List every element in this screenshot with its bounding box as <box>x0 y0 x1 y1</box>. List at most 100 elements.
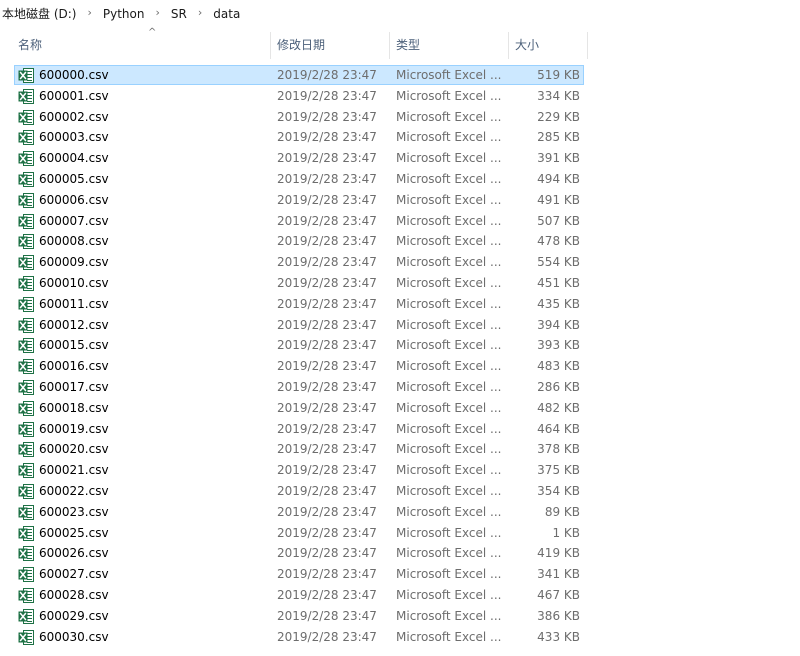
column-header-name[interactable]: 名称 <box>12 32 270 59</box>
file-name[interactable]: 600019.csv <box>39 419 109 440</box>
column-header-date-label: 修改日期 <box>277 38 326 52</box>
file-row[interactable]: 600011.csv 2019/2/28 23:47 Microsoft Excel… <box>0 294 800 315</box>
file-row[interactable]: 600006.csv 2019/2/28 23:47 Microsoft Excel… <box>0 190 800 211</box>
file-type: Microsoft Excel ... <box>396 400 502 415</box>
excel-csv-file-icon <box>18 442 34 458</box>
file-name[interactable]: 600021.csv <box>39 460 109 481</box>
file-row[interactable]: 600028.csv 2019/2/28 23:47 Microsoft Excel… <box>0 585 800 606</box>
file-name[interactable]: 600002.csv <box>39 107 109 128</box>
file-modified-date: 2019/2/28 23:47 <box>277 338 377 353</box>
file-row[interactable]: 600026.csv 2019/2/28 23:47 Microsoft Excel… <box>0 543 800 564</box>
file-name[interactable]: 600001.csv <box>39 86 109 107</box>
excel-csv-file-icon <box>18 275 34 291</box>
file-row[interactable]: 600010.csv 2019/2/28 23:47 Microsoft Excel… <box>0 273 800 294</box>
file-type: Microsoft Excel ... <box>396 546 502 561</box>
file-row[interactable]: 600001.csv 2019/2/28 23:47 Microsoft Excel… <box>0 86 800 107</box>
file-size: 491 KB <box>537 192 580 207</box>
file-modified-date: 2019/2/28 23:47 <box>277 234 377 249</box>
file-row[interactable]: 600005.csv 2019/2/28 23:47 Microsoft Excel… <box>0 169 800 190</box>
chevron-right-icon[interactable] <box>146 6 168 19</box>
file-name[interactable]: 600018.csv <box>39 398 109 419</box>
file-row[interactable]: 600007.csv 2019/2/28 23:47 Microsoft Excel… <box>0 211 800 232</box>
file-size: 554 KB <box>537 255 580 270</box>
chevron-right-icon[interactable] <box>189 6 211 19</box>
excel-csv-file-icon <box>18 504 34 520</box>
file-name[interactable]: 600005.csv <box>39 169 109 190</box>
excel-csv-file-icon <box>18 338 34 354</box>
file-name[interactable]: 600025.csv <box>39 523 109 544</box>
file-row[interactable]: 600030.csv 2019/2/28 23:47 Microsoft Excel… <box>0 627 800 648</box>
file-name[interactable]: 600003.csv <box>39 127 109 148</box>
file-row[interactable]: 600008.csv 2019/2/28 23:47 Microsoft Excel… <box>0 231 800 252</box>
file-row[interactable]: 600012.csv 2019/2/28 23:47 Microsoft Excel… <box>0 315 800 336</box>
file-modified-date: 2019/2/28 23:47 <box>277 68 377 82</box>
file-row[interactable]: 600009.csv 2019/2/28 23:47 Microsoft Excel… <box>0 252 800 273</box>
file-type: Microsoft Excel ... <box>396 442 502 457</box>
file-row[interactable]: 600003.csv 2019/2/28 23:47 Microsoft Excel… <box>0 127 800 148</box>
file-size: 419 KB <box>537 546 580 561</box>
file-row[interactable]: 600002.csv 2019/2/28 23:47 Microsoft Excel… <box>0 107 800 128</box>
file-name[interactable]: 600010.csv <box>39 273 109 294</box>
file-name[interactable]: 600011.csv <box>39 294 109 315</box>
file-type: Microsoft Excel ... <box>396 525 502 540</box>
column-header-type[interactable]: 类型 <box>390 32 508 59</box>
file-row[interactable]: 600029.csv 2019/2/28 23:47 Microsoft Excel… <box>0 606 800 627</box>
file-name[interactable]: 600009.csv <box>39 252 109 273</box>
file-size: 467 KB <box>537 587 580 602</box>
file-modified-date: 2019/2/28 23:47 <box>277 109 377 124</box>
file-row[interactable]: 600021.csv 2019/2/28 23:47 Microsoft Excel… <box>0 460 800 481</box>
file-name[interactable]: 600016.csv <box>39 356 109 377</box>
file-size: 386 KB <box>537 608 580 623</box>
file-name[interactable]: 600015.csv <box>39 335 109 356</box>
excel-csv-file-icon <box>18 88 34 104</box>
breadcrumb-item-python[interactable]: Python <box>101 7 147 21</box>
file-type: Microsoft Excel ... <box>396 629 502 644</box>
file-size: 433 KB <box>537 629 580 644</box>
column-header: 名称 修改日期 类型 大小 <box>0 32 800 59</box>
file-name[interactable]: 600030.csv <box>39 627 109 648</box>
file-name[interactable]: 600007.csv <box>39 211 109 232</box>
file-name[interactable]: 600008.csv <box>39 231 109 252</box>
file-name[interactable]: 600000.csv <box>39 65 109 86</box>
file-row[interactable]: 600017.csv 2019/2/28 23:47 Microsoft Excel… <box>0 377 800 398</box>
file-row[interactable]: 600019.csv 2019/2/28 23:47 Microsoft Excel… <box>0 419 800 440</box>
file-row[interactable]: 600018.csv 2019/2/28 23:47 Microsoft Excel… <box>0 398 800 419</box>
file-name[interactable]: 600027.csv <box>39 564 109 585</box>
column-header-date[interactable]: 修改日期 <box>271 32 389 59</box>
excel-csv-file-icon <box>18 525 34 541</box>
file-row[interactable]: 600022.csv 2019/2/28 23:47 Microsoft Excel… <box>0 481 800 502</box>
file-name[interactable]: 600028.csv <box>39 585 109 606</box>
file-name[interactable]: 600020.csv <box>39 439 109 460</box>
file-modified-date: 2019/2/28 23:47 <box>277 567 377 582</box>
file-row[interactable]: 600023.csv 2019/2/28 23:47 Microsoft Excel… <box>0 502 800 523</box>
breadcrumb-item-drive[interactable]: 本地磁盘 (D:) <box>0 5 78 22</box>
column-divider[interactable] <box>587 32 588 59</box>
file-row[interactable]: 600016.csv 2019/2/28 23:47 Microsoft Excel… <box>0 356 800 377</box>
file-row[interactable]: 600015.csv 2019/2/28 23:47 Microsoft Excel… <box>0 335 800 356</box>
file-row[interactable]: 600004.csv 2019/2/28 23:47 Microsoft Excel… <box>0 148 800 169</box>
excel-csv-file-icon <box>18 483 34 499</box>
file-row[interactable]: 600025.csv 2019/2/28 23:47 Microsoft Excel… <box>0 523 800 544</box>
file-modified-date: 2019/2/28 23:47 <box>277 587 377 602</box>
file-name[interactable]: 600023.csv <box>39 502 109 523</box>
file-name[interactable]: 600017.csv <box>39 377 109 398</box>
chevron-right-icon[interactable] <box>78 6 100 19</box>
file-row[interactable]: 600000.csv 2019/2/28 23:47 Microsoft Excel… <box>0 65 800 86</box>
file-name[interactable]: 600004.csv <box>39 148 109 169</box>
file-modified-date: 2019/2/28 23:47 <box>277 525 377 540</box>
file-name[interactable]: 600022.csv <box>39 481 109 502</box>
file-row[interactable]: 600020.csv 2019/2/28 23:47 Microsoft Excel… <box>0 439 800 460</box>
file-modified-date: 2019/2/28 23:47 <box>277 213 377 228</box>
file-name[interactable]: 600026.csv <box>39 543 109 564</box>
file-size: 494 KB <box>537 171 580 186</box>
breadcrumb-item-sr[interactable]: SR <box>169 7 189 21</box>
file-name[interactable]: 600029.csv <box>39 606 109 627</box>
file-modified-date: 2019/2/28 23:47 <box>277 546 377 561</box>
breadcrumb-item-data[interactable]: data <box>211 7 242 21</box>
file-row[interactable]: 600027.csv 2019/2/28 23:47 Microsoft Excel… <box>0 564 800 585</box>
excel-csv-file-icon <box>18 213 34 229</box>
file-name[interactable]: 600006.csv <box>39 190 109 211</box>
column-header-size[interactable]: 大小 <box>509 32 587 59</box>
file-name[interactable]: 600012.csv <box>39 315 109 336</box>
excel-csv-file-icon <box>18 421 34 437</box>
